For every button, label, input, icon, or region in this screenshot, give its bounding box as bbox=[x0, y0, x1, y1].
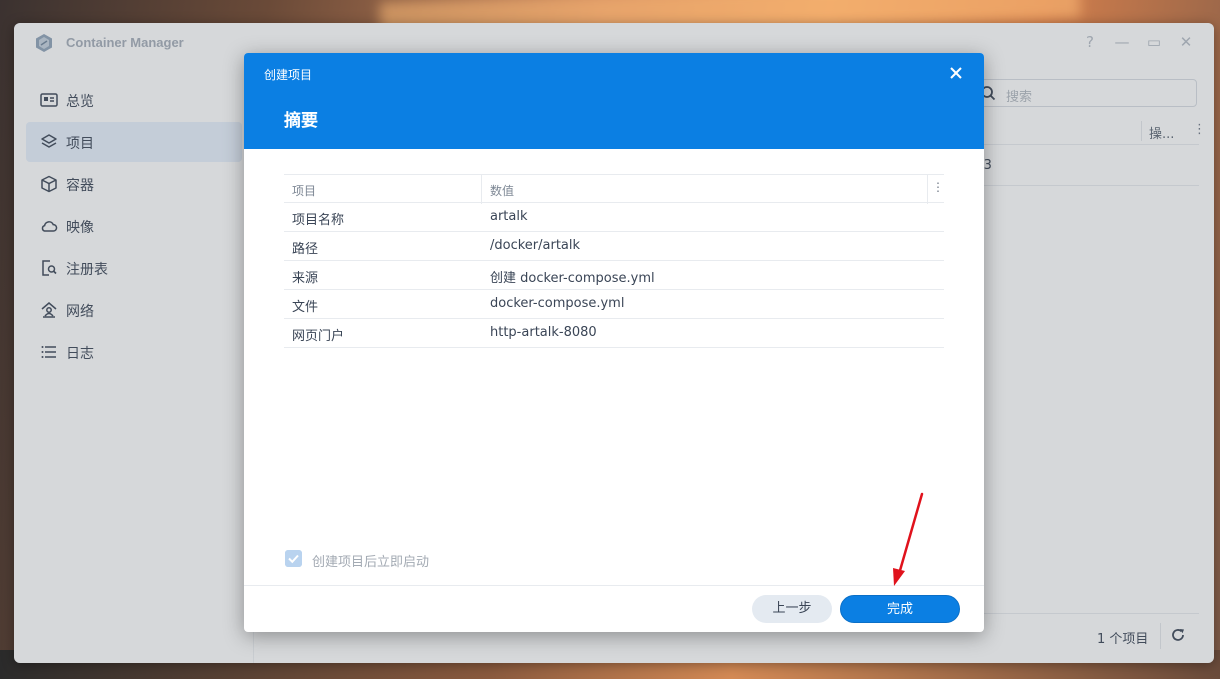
done-button[interactable]: 完成 bbox=[840, 595, 960, 623]
previous-button[interactable]: 上一步 bbox=[752, 595, 832, 623]
row-key: 网页门户 bbox=[292, 329, 345, 344]
table-row: 来源 创建 docker-compose.yml bbox=[284, 261, 944, 290]
row-key: 路径 bbox=[292, 242, 319, 257]
column-divider[interactable] bbox=[481, 175, 482, 204]
create-project-dialog: 创建项目 摘要 项目 数值 ⋮ 项目名称 artalk 路径 /docker/a… bbox=[244, 53, 984, 632]
row-key: 来源 bbox=[292, 271, 319, 286]
annotation-arrow-icon bbox=[893, 492, 924, 586]
row-key: 文件 bbox=[292, 300, 319, 315]
summary-table: 项目 数值 ⋮ 项目名称 artalk 路径 /docker/artalk 来源… bbox=[284, 174, 944, 348]
table-row: 网页门户 http-artalk-8080 bbox=[284, 319, 944, 348]
dialog-footer-divider bbox=[244, 585, 984, 586]
start-after-create-checkbox[interactable] bbox=[285, 550, 302, 567]
dialog-title: 创建项目 bbox=[264, 68, 313, 82]
row-key: 项目名称 bbox=[292, 213, 345, 228]
table-row: 文件 docker-compose.yml bbox=[284, 290, 944, 319]
table-row: 项目名称 artalk bbox=[284, 203, 944, 232]
close-icon[interactable] bbox=[944, 61, 968, 85]
step-heading: 摘要 bbox=[284, 111, 318, 131]
row-value: http-artalk-8080 bbox=[490, 325, 597, 340]
summary-table-header: 项目 数值 ⋮ bbox=[284, 174, 944, 204]
more-columns-icon[interactable]: ⋮ bbox=[932, 180, 944, 194]
dialog-header: 创建项目 摘要 bbox=[244, 53, 984, 149]
row-value: docker-compose.yml bbox=[490, 296, 625, 311]
table-row: 路径 /docker/artalk bbox=[284, 232, 944, 261]
column-divider[interactable] bbox=[927, 175, 928, 204]
row-value: 创建 docker-compose.yml bbox=[490, 271, 655, 286]
column-header-item[interactable]: 项目 bbox=[292, 182, 316, 199]
row-value: /docker/artalk bbox=[490, 238, 581, 253]
column-header-value[interactable]: 数值 bbox=[490, 182, 514, 199]
start-after-create-label: 创建项目后立即启动 bbox=[312, 555, 430, 570]
row-value: artalk bbox=[490, 209, 528, 224]
